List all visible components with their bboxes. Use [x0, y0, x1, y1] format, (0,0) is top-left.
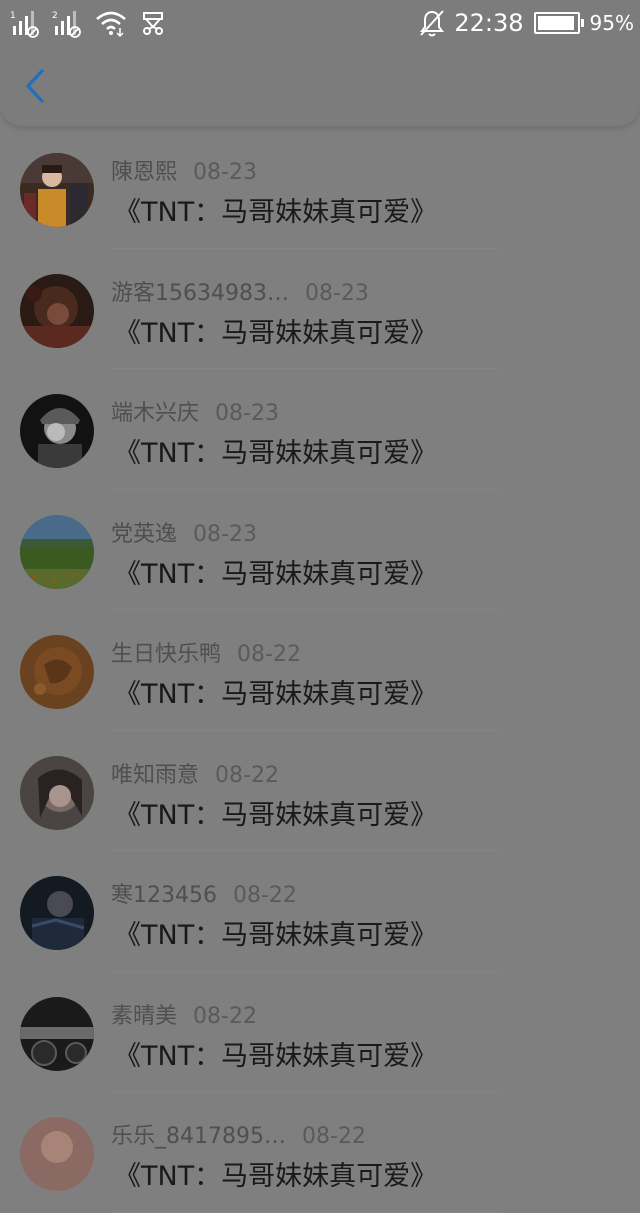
comment-row[interactable]: 党英逸 08-23 《TNT：马哥妹妹真可爱》 [0, 490, 640, 611]
status-right: 22:38 95% [418, 6, 634, 40]
comment-date: 08-23 [193, 521, 257, 547]
comment-meta: 素晴美 08-22 [111, 998, 257, 1030]
username[interactable]: 寒123456 [111, 883, 217, 908]
sim2-label: 2 [52, 11, 58, 21]
username[interactable]: 乐乐_8417895… [111, 1124, 286, 1149]
avatar[interactable] [20, 996, 94, 1071]
comment-meta: 党英逸 08-23 [111, 516, 257, 548]
comment-row[interactable]: 乐乐_8417895… 08-22 《TNT：马哥妹妹真可爱》 [0, 1092, 640, 1213]
comment-row[interactable]: 素晴美 08-22 《TNT：马哥妹妹真可爱》 [0, 972, 640, 1093]
usb-icon [143, 12, 163, 35]
avatar[interactable] [20, 273, 94, 348]
comment-title[interactable]: 《TNT：马哥妹妹真可爱》 [114, 190, 437, 229]
app-header [0, 46, 640, 126]
sim2-signal-icon: 2 [52, 11, 81, 38]
username[interactable]: 唯知雨意 [111, 763, 199, 788]
status-bar: 1 2 22:38 95% [0, 0, 640, 46]
comment-row[interactable]: 陳恩熙 08-23 《TNT：马哥妹妹真可爱》 [0, 128, 640, 249]
comment-date: 08-23 [215, 401, 279, 426]
back-button[interactable] [18, 66, 54, 106]
comment-title[interactable]: 《TNT：马哥妹妹真可爱》 [114, 311, 437, 350]
avatar[interactable] [20, 153, 94, 227]
comment-meta: 生日快乐鸭 08-22 [111, 636, 301, 668]
comment-row[interactable]: 端木兴庆 08-23 《TNT：马哥妹妹真可爱》 [0, 369, 640, 490]
comment-date: 08-22 [301, 1124, 366, 1149]
comment-meta: 游客15634983… 08-23 [111, 275, 369, 307]
comment-row[interactable]: 唯知雨意 08-22 《TNT：马哥妹妹真可爱》 [0, 731, 640, 852]
avatar[interactable] [20, 1117, 94, 1191]
comment-date: 08-22 [215, 762, 279, 788]
username[interactable]: 游客15634983… [111, 281, 289, 306]
sim1-signal-icon: 1 [10, 11, 39, 38]
comment-title[interactable]: 《TNT：马哥妹妹真可爱》 [114, 793, 437, 832]
comment-meta: 陳恩熙 08-23 [111, 154, 257, 186]
battery-level-fill [537, 16, 574, 30]
comment-row[interactable]: 游客15634983… 08-23 《TNT：马哥妹妹真可爱》 [0, 249, 640, 370]
username[interactable]: 端木兴庆 [111, 401, 199, 426]
comment-title[interactable]: 《TNT：马哥妹妹真可爱》 [114, 1154, 437, 1193]
battery-percent: 95% [589, 11, 634, 35]
comment-title[interactable]: 《TNT：马哥妹妹真可爱》 [114, 431, 437, 470]
comment-date: 08-22 [237, 642, 301, 667]
comment-title[interactable]: 《TNT：马哥妹妹真可爱》 [114, 672, 437, 711]
alarm-off-icon [420, 10, 445, 37]
comment-meta: 乐乐_8417895… 08-22 [111, 1118, 366, 1150]
comment-meta: 寒123456 08-22 [111, 877, 297, 909]
comment-title[interactable]: 《TNT：马哥妹妹真可爱》 [114, 552, 437, 591]
battery-icon [533, 12, 584, 34]
comment-meta: 端木兴庆 08-23 [111, 395, 279, 427]
avatar[interactable] [20, 876, 94, 950]
avatar[interactable] [20, 755, 94, 830]
avatar[interactable] [20, 394, 94, 468]
clock-time: 22:38 [454, 9, 524, 37]
comment-row[interactable]: 生日快乐鸭 08-22 《TNT：马哥妹妹真可爱》 [0, 610, 640, 731]
comment-title[interactable]: 《TNT：马哥妹妹真可爱》 [114, 913, 437, 952]
comment-date: 08-22 [232, 883, 297, 908]
comment-date: 08-23 [193, 160, 257, 185]
comment-row[interactable]: 寒123456 08-22 《TNT：马哥妹妹真可爱》 [0, 851, 640, 972]
username[interactable]: 素晴美 [111, 1004, 177, 1029]
comment-date: 08-22 [193, 1003, 257, 1029]
comment-date: 08-23 [304, 280, 369, 306]
comment-meta: 唯知雨意 08-22 [111, 757, 279, 789]
avatar[interactable] [20, 635, 94, 709]
comment-title[interactable]: 《TNT：马哥妹妹真可爱》 [114, 1034, 437, 1073]
wifi-icon [96, 11, 126, 38]
avatar[interactable] [20, 514, 94, 589]
sim1-label: 1 [10, 11, 16, 21]
username[interactable]: 党英逸 [111, 522, 177, 547]
username[interactable]: 生日快乐鸭 [111, 642, 221, 667]
status-left-icons: 1 2 [10, 8, 166, 38]
username[interactable]: 陳恩熙 [111, 160, 177, 185]
chevron-left-icon [26, 69, 44, 103]
comment-list: 陳恩熙 08-23 《TNT：马哥妹妹真可爱》 游客15634983… 08-23 … [0, 128, 640, 1213]
battery-cap [580, 19, 584, 27]
